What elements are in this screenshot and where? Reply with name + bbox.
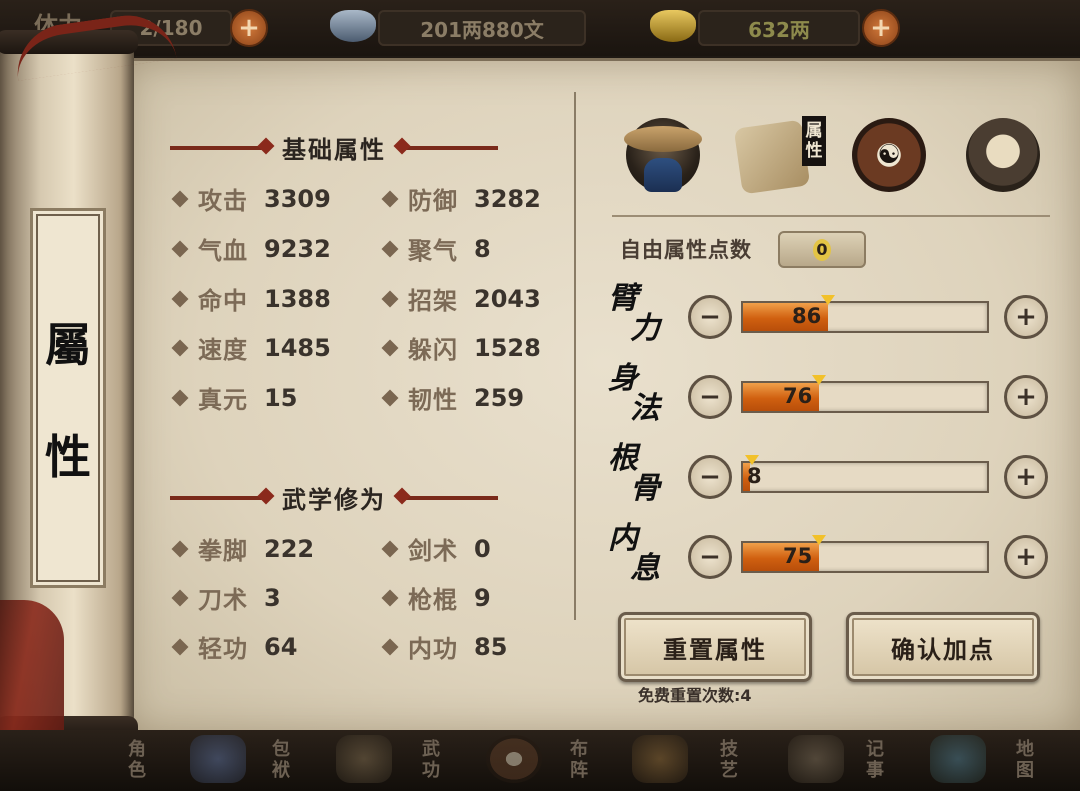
add-gold-button[interactable]: + bbox=[862, 9, 900, 47]
attr-constitution-name: 根骨 bbox=[608, 441, 660, 506]
stat-hit: 命中 1388 bbox=[171, 281, 331, 316]
nav-journal[interactable]: 记事 bbox=[788, 735, 898, 787]
diamond-icon bbox=[381, 290, 399, 307]
nav-inventory[interactable]: 包袱 bbox=[190, 735, 300, 787]
diamond-icon bbox=[381, 540, 399, 557]
strength-minus-button[interactable]: − bbox=[688, 295, 732, 339]
stat-qi-gather: 聚气 8 bbox=[381, 231, 491, 266]
book-stack-icon bbox=[336, 735, 392, 783]
diamond-icon bbox=[171, 389, 189, 406]
reset-attributes-button[interactable]: 重置属性 bbox=[618, 612, 812, 682]
diamond-icon bbox=[381, 190, 399, 207]
marker-pin-icon bbox=[812, 375, 826, 385]
marker-pin-icon bbox=[812, 535, 826, 545]
meridian-tab[interactable] bbox=[966, 118, 1040, 192]
agility-value: 76 bbox=[783, 384, 813, 408]
ornament-left bbox=[170, 495, 270, 500]
marker-pin-icon bbox=[821, 295, 835, 305]
free-reset-count: 免费重置次数:4 bbox=[638, 686, 752, 705]
nav-skills[interactable]: 技艺 bbox=[632, 735, 742, 787]
strength-plus-button[interactable]: + bbox=[1004, 295, 1048, 339]
attr-strength-name: 臂力 bbox=[608, 281, 660, 346]
stat-sword: 剑术 0 bbox=[381, 531, 491, 566]
hero-portrait-tab[interactable] bbox=[624, 118, 702, 192]
map-icon bbox=[930, 735, 986, 783]
agility-bar: 76 bbox=[741, 375, 989, 413]
martial-heading: 武学修为 bbox=[170, 480, 498, 515]
nav-map[interactable]: 地图 bbox=[930, 735, 1050, 787]
diamond-icon bbox=[381, 389, 399, 406]
stat-fist: 拳脚 222 bbox=[171, 531, 314, 566]
diamond-icon bbox=[171, 190, 189, 207]
breath-minus-button[interactable]: − bbox=[688, 535, 732, 579]
free-points-label: 自由属性点数 bbox=[620, 238, 752, 262]
journal-icon bbox=[788, 735, 844, 783]
constitution-plus-button[interactable]: + bbox=[1004, 455, 1048, 499]
add-stamina-button[interactable]: + bbox=[230, 9, 268, 47]
stat-inner-power: 内功 85 bbox=[381, 629, 507, 664]
attributes-tab-label[interactable]: 属性 bbox=[802, 116, 826, 166]
diamond-icon bbox=[381, 638, 399, 655]
silver-ingot-icon bbox=[330, 10, 376, 42]
constitution-minus-button[interactable]: − bbox=[688, 455, 732, 499]
ornament-right bbox=[398, 495, 498, 500]
tab-separator bbox=[612, 215, 1050, 217]
constitution-bar: 8 bbox=[741, 455, 989, 493]
basic-attributes-heading: 基础属性 bbox=[170, 130, 498, 165]
diamond-icon bbox=[381, 589, 399, 606]
nav-formation[interactable]: 布阵 bbox=[486, 735, 596, 787]
bagua-tab[interactable]: ☯ bbox=[852, 118, 926, 192]
agility-minus-button[interactable]: − bbox=[688, 375, 732, 419]
money-value: 201两880文 bbox=[378, 10, 586, 46]
constitution-value: 8 bbox=[747, 464, 762, 488]
scroll-tab[interactable] bbox=[733, 119, 811, 195]
stat-lightness: 轻功 64 bbox=[171, 629, 297, 664]
breath-plus-button[interactable]: + bbox=[1004, 535, 1048, 579]
bagua-icon bbox=[486, 735, 542, 783]
bag-icon bbox=[190, 735, 246, 783]
stat-hp: 气血 9232 bbox=[171, 231, 331, 266]
diamond-icon bbox=[381, 240, 399, 257]
gold-value: 632两 bbox=[698, 10, 860, 46]
breath-bar: 75 bbox=[741, 535, 989, 573]
stat-spear: 枪棍 9 bbox=[381, 580, 491, 615]
ornament-right bbox=[398, 145, 498, 150]
page-title: 屬 性 bbox=[30, 208, 106, 588]
strength-value: 86 bbox=[792, 304, 822, 328]
nav-character[interactable]: 角色 bbox=[120, 735, 190, 787]
stat-defense: 防御 3282 bbox=[381, 181, 541, 216]
stat-toughness: 韧性 259 bbox=[381, 380, 524, 415]
stat-attack: 攻击 3309 bbox=[171, 181, 331, 216]
confirm-points-button[interactable]: 确认加点 bbox=[846, 612, 1040, 682]
diamond-icon bbox=[171, 540, 189, 557]
gold-ingot-icon bbox=[650, 10, 696, 42]
stat-dodge: 躲闪 1528 bbox=[381, 330, 541, 365]
free-points-value: 0 bbox=[778, 231, 866, 268]
panel-divider bbox=[574, 92, 576, 620]
attr-breath-name: 内息 bbox=[608, 521, 660, 586]
attr-agility-name: 身法 bbox=[608, 361, 660, 426]
ornament-left bbox=[170, 145, 270, 150]
diamond-icon bbox=[381, 339, 399, 356]
diamond-icon bbox=[171, 290, 189, 307]
diamond-icon bbox=[171, 240, 189, 257]
stat-blade: 刀术 3 bbox=[171, 580, 281, 615]
breath-value: 75 bbox=[783, 544, 813, 568]
strength-bar: 86 bbox=[741, 295, 989, 333]
bagua-icon: ☯ bbox=[877, 140, 901, 170]
stat-true-energy: 真元 15 bbox=[171, 380, 297, 415]
stat-speed: 速度 1485 bbox=[171, 330, 331, 365]
diamond-icon bbox=[171, 589, 189, 606]
gourd-icon bbox=[632, 735, 688, 783]
stat-parry: 招架 2043 bbox=[381, 281, 541, 316]
diamond-icon bbox=[171, 638, 189, 655]
nav-martial-arts[interactable]: 武功 bbox=[336, 735, 446, 787]
diamond-icon bbox=[171, 339, 189, 356]
agility-plus-button[interactable]: + bbox=[1004, 375, 1048, 419]
